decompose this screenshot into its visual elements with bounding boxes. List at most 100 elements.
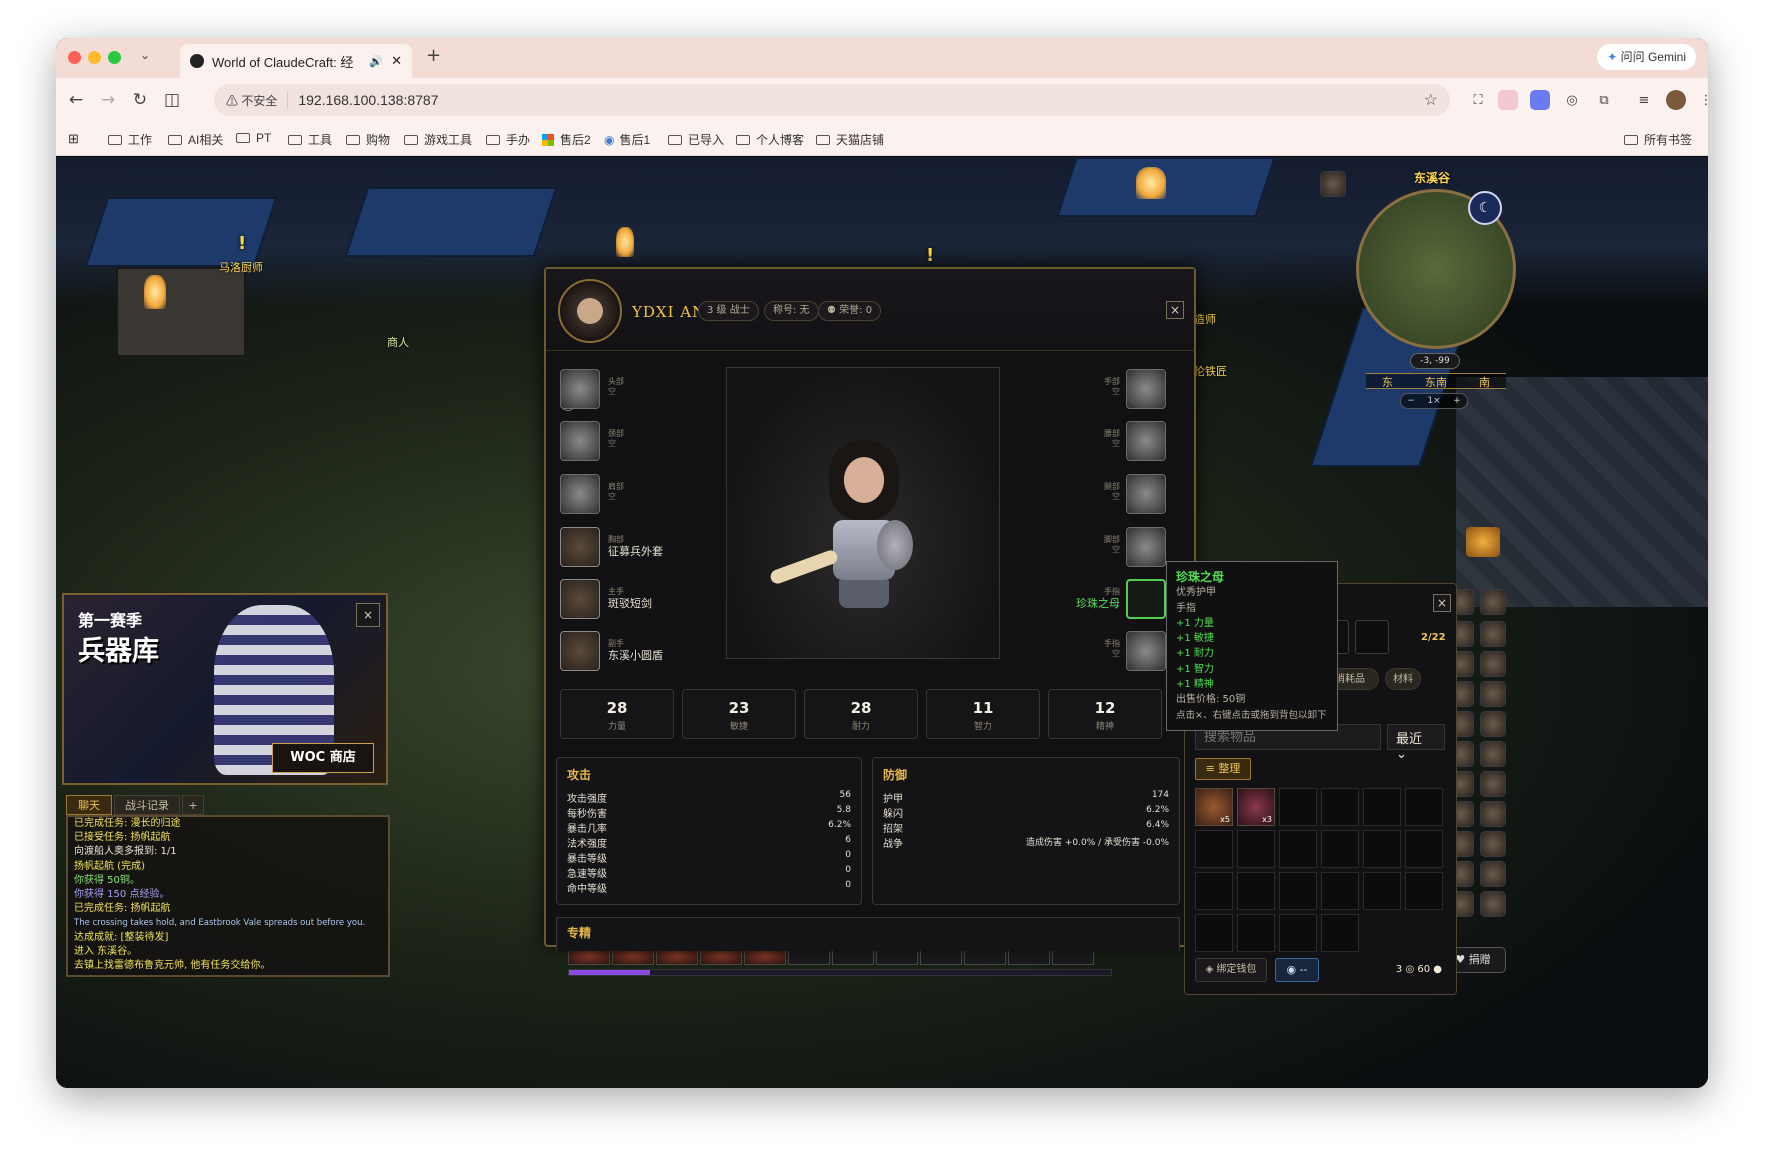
extension-icon-4[interactable]: ◎ [1562,90,1582,110]
inventory-cell[interactable] [1237,914,1275,952]
bookmark-tmall[interactable]: 天猫店铺 [816,131,884,148]
wallet-chain-button[interactable]: ◉ -- [1275,958,1319,982]
inventory-cell[interactable] [1405,788,1443,826]
sort-select[interactable]: 最近 ⌄ [1387,724,1445,762]
sword-menu-icon[interactable] [1480,771,1506,797]
forward-icon[interactable]: → [96,88,120,112]
chat-log[interactable]: 已完成任务: 漫长的归途 已接受任务: 扬帆起航 向渡船人奥多报到: 1/1 扬帆起航… [66,815,390,977]
tab-list-icon[interactable]: ⌄ [140,48,150,62]
balance-menu-icon[interactable] [1480,711,1506,737]
quest-marker-icon[interactable]: ! [238,233,246,254]
equip-slot-right-2[interactable] [1126,474,1166,514]
filter-chip[interactable]: 材料 [1385,668,1421,690]
inventory-cell[interactable] [1195,830,1233,868]
help-icon[interactable] [1480,861,1506,887]
inventory-cell[interactable] [1405,872,1443,910]
bag-menu-icon[interactable] [1480,621,1506,647]
close-window-icon[interactable] [68,51,81,64]
npc-label[interactable]: 马洛厨师 [219,259,263,275]
close-inventory-button[interactable]: × [1433,594,1451,612]
tab-combat-log[interactable]: 战斗记录 [114,795,180,815]
treasure-chest-icon[interactable] [1466,527,1500,557]
bookmark-aftersale1[interactable]: ◉ 售后1 [604,131,650,148]
inventory-cell[interactable] [1279,830,1317,868]
inventory-cell[interactable]: x5 [1195,788,1233,826]
extensions-puzzle-icon[interactable]: ⧉ [1594,90,1614,110]
inventory-cell[interactable] [1363,830,1401,868]
new-tab-icon[interactable]: + [426,45,441,66]
inventory-cell[interactable] [1405,830,1443,868]
bookmark-pt[interactable]: PT [236,131,271,145]
inventory-cell[interactable] [1279,872,1317,910]
equip-slot-left-0[interactable] [560,369,600,409]
bookmark-aftersale2[interactable]: 售后2 [542,131,591,148]
coin-menu-icon[interactable] [1480,741,1506,767]
day-night-icon[interactable]: ☾ [1468,191,1502,225]
settings-gear-icon[interactable] [1480,891,1506,917]
bookmark-figures[interactable]: 手办 [486,131,530,148]
inventory-cell[interactable] [1321,830,1359,868]
add-chat-tab-button[interactable]: + [182,795,204,815]
inventory-cell[interactable] [1279,788,1317,826]
bookmark-shopping[interactable]: 购物 [346,131,390,148]
close-character-button[interactable]: × [1166,301,1184,319]
quest-log-icon[interactable] [1480,651,1506,677]
target-portrait-icon[interactable] [1320,171,1346,197]
sidebar-icon[interactable]: ◫ [160,88,184,112]
speaker-icon[interactable]: 🔊 [369,55,383,68]
inventory-cell[interactable] [1363,788,1401,826]
browser-tab[interactable]: World of ClaudeCraft: 经 🔊 ✕ [180,44,412,78]
back-icon[interactable]: ← [64,88,88,112]
talents-menu-icon[interactable] [1480,589,1506,615]
equip-slot-left-5[interactable] [560,631,600,671]
inventory-cell[interactable] [1363,872,1401,910]
woc-shop-button[interactable]: WOC 商店 [272,743,374,773]
gemini-button[interactable]: ✦ 问问 Gemini [1597,44,1696,70]
inventory-cell[interactable] [1195,914,1233,952]
equip-slot-left-2[interactable] [560,474,600,514]
npc-label[interactable]: 商人 [387,334,409,350]
equip-slot-left-3[interactable] [560,527,600,567]
extension-icon-2[interactable] [1498,90,1518,110]
all-bookmarks[interactable]: 所有书签 [1624,131,1692,148]
bookmark-star-icon[interactable]: ☆ [1424,90,1438,110]
equip-slot-right-5[interactable] [1126,631,1166,671]
bind-wallet-button[interactable]: ◈ 绑定钱包 [1195,958,1267,982]
address-bar[interactable]: ⚠ 不安全 192.168.100.138:8787 ☆ [214,84,1450,116]
character-model-viewer[interactable] [726,367,1000,659]
equip-slot-right-3[interactable] [1126,527,1166,567]
equip-slot-left-1[interactable] [560,421,600,461]
browser-menu-icon[interactable]: ⋮ [1696,90,1709,110]
inventory-cell[interactable] [1321,914,1359,952]
inventory-cell[interactable] [1237,830,1275,868]
apps-icon[interactable]: ⊞ [68,131,79,147]
zoom-out-button[interactable]: − [1407,394,1415,408]
close-tab-icon[interactable]: ✕ [391,53,402,69]
tab-chat[interactable]: 聊天 [66,795,112,815]
quest-marker-icon[interactable]: ! [926,245,934,266]
bookmark-game-tools[interactable]: 游戏工具 [404,131,472,148]
bookmark-imported[interactable]: 已导入 [668,131,724,148]
inventory-cell[interactable] [1321,788,1359,826]
season-banner[interactable]: 第一赛季 兵器库 × WOC 商店 [62,593,388,785]
maximize-window-icon[interactable] [108,51,121,64]
mount-menu-icon[interactable] [1480,681,1506,707]
title-badge[interactable]: 称号: 无 [764,301,819,321]
discord-icon[interactable] [1480,831,1506,857]
inventory-cell[interactable] [1195,872,1233,910]
bag-slot-5[interactable] [1355,620,1389,654]
not-secure-badge[interactable]: ⚠ 不安全 [226,91,289,109]
bookmark-work[interactable]: 工作 [108,131,152,148]
close-season-button[interactable]: × [356,603,380,627]
extension-icon-1[interactable]: ⛶ [1468,90,1488,110]
reload-icon[interactable]: ↻ [128,88,152,112]
equip-slot-right-4[interactable] [1126,579,1166,619]
minimize-window-icon[interactable] [88,51,101,64]
inventory-cell[interactable] [1321,872,1359,910]
equip-slot-right-1[interactable] [1126,421,1166,461]
extension-icon-3[interactable] [1530,90,1550,110]
zoom-in-button[interactable]: + [1453,394,1461,408]
inventory-cell[interactable] [1237,872,1275,910]
bookmark-tools[interactable]: 工具 [288,131,332,148]
inventory-cell[interactable] [1279,914,1317,952]
